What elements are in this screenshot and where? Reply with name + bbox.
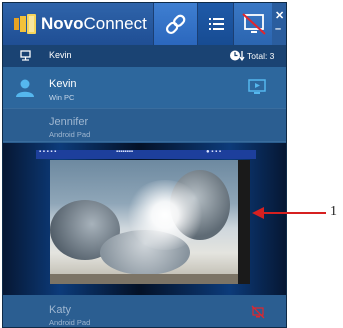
screen-preview: ▪ ▪ ▪ ▪ ▪ ▪▪▪▪▪▪▪▪ ● ▪ ▪ ▪ <box>3 143 286 295</box>
desktop-taskbar: ▪ ▪ ▪ ▪ ▪ ▪▪▪▪▪▪▪▪ ● ▪ ▪ ▪ <box>36 149 256 159</box>
logo-icon <box>14 14 36 34</box>
sun-glow <box>125 180 205 250</box>
participant-row-kevin[interactable]: Kevin Win PC <box>3 67 286 109</box>
participant-device: Android Pad <box>49 130 91 139</box>
annotation-number: 1 <box>330 204 337 219</box>
logo-area: NovoConnect <box>3 3 153 45</box>
user-icon <box>16 79 34 97</box>
link-icon <box>165 14 186 35</box>
screen-edge <box>238 160 250 284</box>
present-icon <box>20 50 31 61</box>
participant-name: Kevin <box>49 78 77 90</box>
presenter-name: Kevin <box>49 50 72 60</box>
participant-device: Android Pad <box>49 318 91 327</box>
window-controls: ✕ – <box>272 3 286 45</box>
close-icon[interactable]: ✕ <box>275 9 284 22</box>
brand-part1: Novo <box>41 14 84 33</box>
brand-title: NovoConnect <box>41 14 147 34</box>
app-header: NovoConnect ✕ – <box>3 3 286 45</box>
clock-sort-icon[interactable] <box>229 49 245 62</box>
list-icon <box>209 18 224 30</box>
participant-row-katy[interactable]: Katy Android Pad <box>3 295 286 327</box>
mirror-toggle-tab[interactable] <box>233 3 273 45</box>
participant-name: Katy <box>49 304 72 316</box>
screen-play-icon[interactable] <box>248 79 266 95</box>
novoconnect-window: NovoConnect ✕ – Kevin Total: 3 Kevin Win… <box>2 2 287 328</box>
brand-part2: Connect <box>83 14 147 33</box>
status-bar: Kevin Total: 3 <box>3 45 286 67</box>
ground-strip <box>50 274 242 284</box>
mirror-off-icon <box>242 13 266 35</box>
participant-device: Win PC <box>49 93 75 102</box>
participant-row-jennifer[interactable]: Jennifer Android Pad <box>3 109 286 142</box>
annotation-arrow-line <box>262 212 326 214</box>
list-tab[interactable] <box>197 3 233 45</box>
participant-name: Jennifer <box>49 116 89 128</box>
link-tab[interactable] <box>153 3 197 45</box>
screen-off-icon[interactable] <box>251 305 265 319</box>
total-count: Total: 3 <box>247 51 275 61</box>
minimize-icon[interactable]: – <box>275 23 281 35</box>
shared-screen-image <box>50 160 242 284</box>
